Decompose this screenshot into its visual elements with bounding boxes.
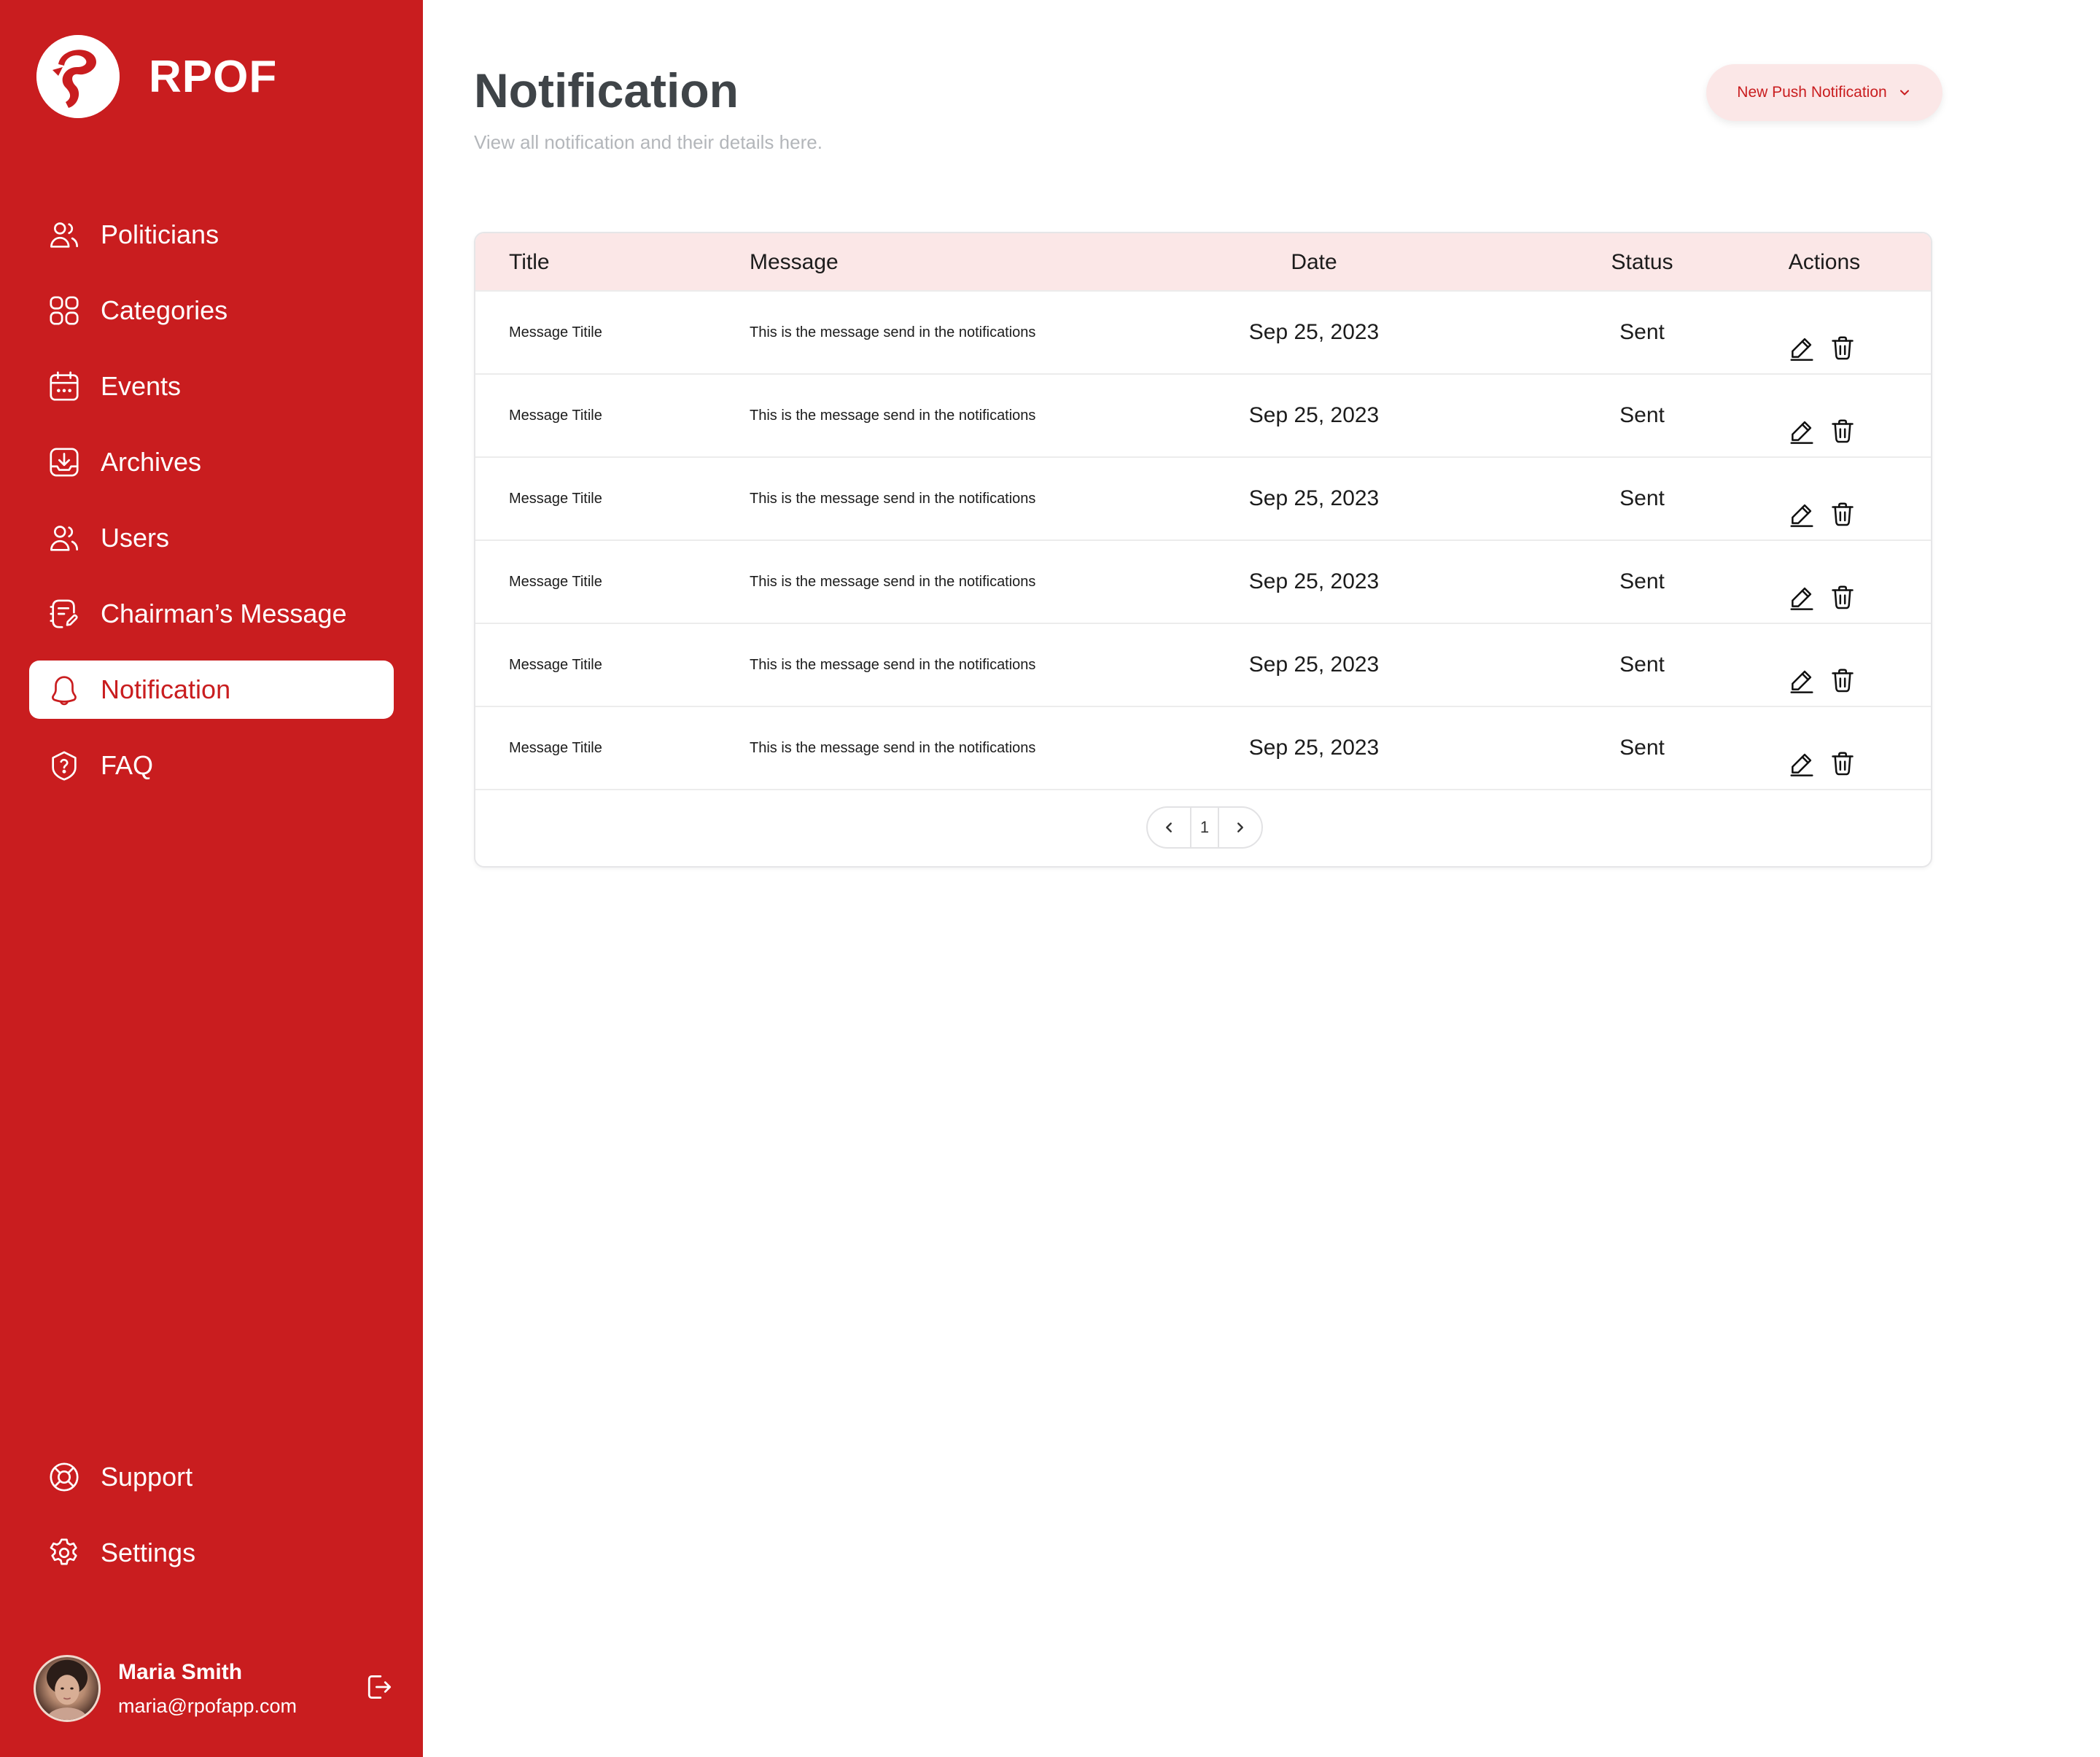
main-content: Notification View all notification and t… [423,0,2100,1757]
row-status: Sent [1619,320,1665,344]
page-number-button[interactable]: 1 [1190,808,1219,847]
table-row: Message Titile This is the message send … [475,458,1931,541]
sidebar-item-label: Settings [101,1538,196,1567]
push-button-label: New Push Notification [1737,84,1887,101]
trash-icon[interactable] [1829,733,1856,776]
edit-icon[interactable] [1788,733,1816,776]
profile-name: Maria Smith [118,1659,243,1684]
sidebar-item-notification[interactable]: Notification [29,661,394,719]
flamingo-logo-icon [36,35,120,118]
table-row: Message Titile This is the message send … [475,292,1931,375]
life-buoy-icon [47,1460,82,1495]
trash-icon[interactable] [1829,401,1856,443]
user-group-icon [47,217,82,252]
row-title: Message Titile [509,657,602,673]
page-subtitle: View all notification and their details … [474,131,822,153]
table-body: Message Titile This is the message send … [475,292,1931,790]
previous-page-button[interactable] [1148,808,1190,847]
table-row: Message Titile This is the message send … [475,624,1931,707]
sidebar-item-chairmans-message[interactable]: Chairman’s Message [29,585,394,643]
table-row: Message Titile This is the message send … [475,375,1931,458]
pagination: 1 [1146,806,1263,849]
edit-icon[interactable] [1788,484,1816,527]
table-row: Message Titile This is the message send … [475,707,1931,790]
row-actions [1788,733,1856,776]
new-push-notification-button[interactable]: New Push Notification [1706,64,1942,121]
bell-icon [47,672,82,707]
row-actions [1788,401,1856,444]
sidebar-item-politicians[interactable]: Politicians [29,206,394,264]
sidebar-item-label: Politicians [101,219,219,249]
sidebar-item-label: Support [101,1462,193,1492]
page-title: Notification [474,63,739,117]
trash-icon[interactable] [1829,318,1856,360]
users-icon [47,521,82,556]
notifications-table: Title Message Date Status Actions Messag… [474,232,1932,868]
sidebar-item-support[interactable]: Support [29,1448,394,1506]
sidebar-item-archives[interactable]: Archives [29,433,394,491]
sidebar-item-settings[interactable]: Settings [29,1524,394,1582]
message-document-icon [47,596,82,631]
row-status: Sent [1619,652,1665,677]
sidebar-item-label: FAQ [101,750,154,780]
main-nav: Politicians Categories Events Archives U… [29,206,394,812]
sidebar: RPOF Politicians Categories Events Archi… [0,0,423,1757]
avatar [34,1655,101,1722]
column-header-message: Message [750,250,839,274]
row-title: Message Titile [509,408,602,424]
sidebar-item-label: Categories [101,295,228,325]
row-status: Sent [1619,403,1665,427]
column-header-status: Status [1611,250,1673,274]
sidebar-item-users[interactable]: Users [29,509,394,567]
chevron-left-icon [1166,822,1172,833]
help-circle-icon [47,748,82,783]
sidebar-item-label: Archives [101,447,202,477]
row-title: Message Titile [509,574,602,590]
sidebar-item-events[interactable]: Events [29,357,394,416]
row-title: Message Titile [509,491,602,507]
profile-email: maria@rpofapp.com [118,1694,298,1717]
trash-icon[interactable] [1829,650,1856,693]
logout-icon[interactable] [363,1671,398,1706]
trash-icon[interactable] [1829,567,1856,609]
row-actions [1788,567,1856,610]
sidebar-item-categories[interactable]: Categories [29,281,394,340]
table-header: Title Message Date Status Actions [475,233,1931,292]
profile-text: Maria Smith maria@rpofapp.com [118,1660,297,1718]
row-status: Sent [1619,736,1665,760]
brand[interactable]: RPOF [36,35,277,118]
sidebar-item-label: Chairman’s Message [101,599,347,628]
row-title: Message Titile [509,324,602,340]
gear-icon [47,1535,82,1570]
table-row: Message Titile This is the message send … [475,541,1931,624]
secondary-nav: Support Settings [29,1448,394,1600]
sidebar-item-label: Users [101,523,170,553]
next-page-button[interactable] [1219,808,1261,847]
archive-download-icon [47,445,82,480]
user-profile[interactable]: Maria Smith maria@rpofapp.com [34,1653,398,1723]
row-status: Sent [1619,486,1665,510]
edit-icon[interactable] [1788,567,1816,610]
calendar-icon [47,369,82,404]
edit-icon[interactable] [1788,650,1816,693]
chevron-down-icon [1897,85,1912,100]
edit-icon[interactable] [1788,401,1816,444]
sidebar-item-label: Events [101,371,182,401]
sidebar-item-label: Notification [101,674,231,704]
row-status: Sent [1619,569,1665,593]
row-actions [1788,650,1856,693]
sidebar-item-faq[interactable]: FAQ [29,736,394,795]
column-header-actions: Actions [1788,250,1861,274]
edit-icon[interactable] [1788,318,1816,361]
brand-name: RPOF [149,51,278,102]
row-title: Message Titile [509,740,602,756]
trash-icon[interactable] [1829,484,1856,526]
row-actions [1788,318,1856,361]
grid-icon [47,293,82,328]
chevron-right-icon [1237,822,1243,833]
row-actions [1788,484,1856,527]
column-header-title: Title [509,250,550,274]
